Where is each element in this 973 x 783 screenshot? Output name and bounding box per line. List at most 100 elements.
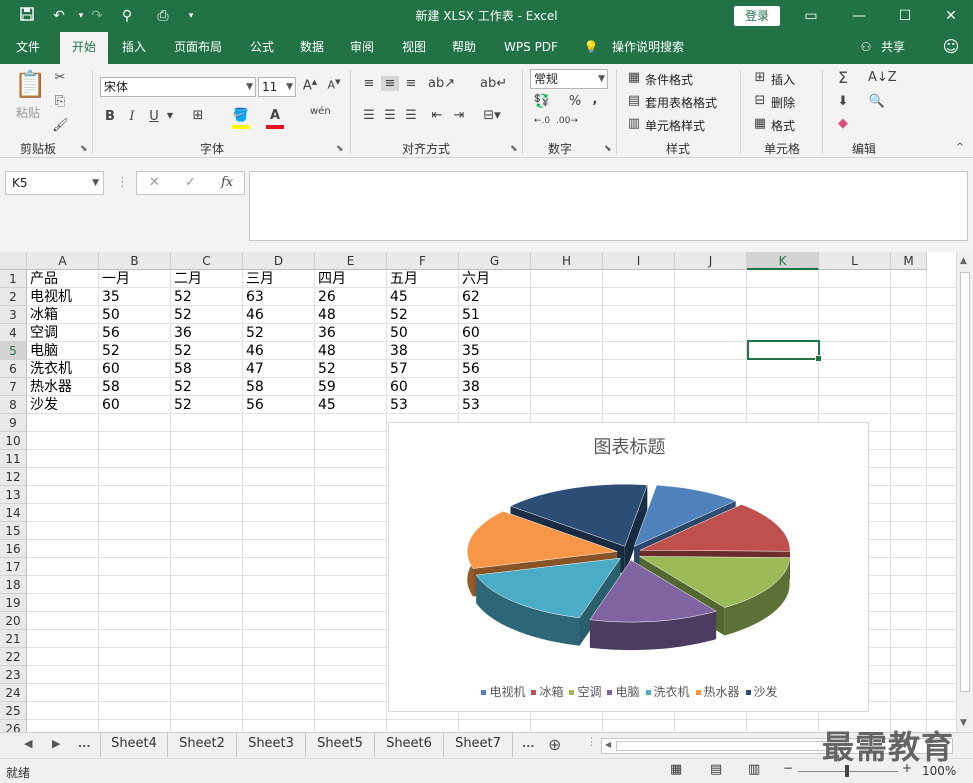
alignment-launcher-icon[interactable]: ⬊ <box>510 144 518 154</box>
cell-c7[interactable]: 52 <box>171 378 243 396</box>
cell-a5[interactable]: 电脑 <box>27 342 99 360</box>
underline-button[interactable]: U <box>148 109 160 124</box>
legend-item[interactable]: 沙发 <box>745 683 778 700</box>
tab-home[interactable]: 开始 <box>60 32 108 64</box>
fill-icon[interactable]: ⬇ <box>834 94 852 109</box>
bold-button[interactable]: B <box>104 109 116 124</box>
cell-g8[interactable]: 53 <box>459 396 531 414</box>
align-center-icon[interactable]: ☰ <box>381 108 399 123</box>
cell-b3[interactable]: 50 <box>99 306 171 324</box>
tab-page-layout[interactable]: 页面布局 <box>166 32 230 64</box>
cell-c6[interactable]: 58 <box>171 360 243 378</box>
row-header-18[interactable]: 18 <box>0 576 27 594</box>
row-header-11[interactable]: 11 <box>0 450 27 468</box>
font-launcher-icon[interactable]: ⬊ <box>336 144 344 154</box>
paste-label[interactable]: 粘贴 <box>16 104 40 121</box>
italic-button[interactable]: I <box>126 109 138 124</box>
zoom-out-icon[interactable]: − <box>783 761 793 775</box>
cell-f8[interactable]: 53 <box>387 396 459 414</box>
fill-color-icon[interactable]: 🪣 <box>232 108 250 129</box>
decrease-indent-icon[interactable]: ⇤ <box>428 108 446 123</box>
tab-wps-pdf[interactable]: WPS PDF <box>498 32 564 64</box>
page-break-view-icon[interactable]: ▥ <box>748 762 760 777</box>
close-icon[interactable]: ✕ <box>940 6 962 26</box>
row-header-2[interactable]: 2 <box>0 288 27 306</box>
table-format-icon[interactable]: ▤ <box>626 93 642 108</box>
find-select-icon[interactable]: 🔍 <box>868 94 886 109</box>
sheet-tab[interactable]: Sheet3 <box>237 733 306 757</box>
legend-item[interactable]: 电视机 <box>481 683 525 700</box>
formula-input[interactable] <box>249 171 968 241</box>
cell-d5[interactable]: 46 <box>243 342 315 360</box>
merge-center-icon[interactable]: ⊟▾ <box>480 108 504 123</box>
sheet-tab[interactable]: Sheet4 <box>100 733 168 757</box>
cell-d4[interactable]: 52 <box>243 324 315 342</box>
column-header-h[interactable]: H <box>531 252 603 270</box>
share-person-icon[interactable]: ⚇ <box>858 32 874 64</box>
name-box[interactable]: K5 ▼ <box>5 171 104 195</box>
align-middle-icon[interactable]: ≡ <box>381 76 399 91</box>
cell-f6[interactable]: 57 <box>387 360 459 378</box>
tab-insert[interactable]: 插入 <box>112 32 156 64</box>
row-header-8[interactable]: 8 <box>0 396 27 414</box>
row-header-22[interactable]: 22 <box>0 648 27 666</box>
cell-b8[interactable]: 60 <box>99 396 171 414</box>
row-header-7[interactable]: 7 <box>0 378 27 396</box>
tab-help[interactable]: 帮助 <box>442 32 486 64</box>
conditional-format-icon[interactable]: ▦ <box>626 70 642 85</box>
cell-c1[interactable]: 二月 <box>171 270 243 288</box>
sheet-more-right[interactable]: ... <box>522 737 535 750</box>
row-header-14[interactable]: 14 <box>0 504 27 522</box>
row-header-12[interactable]: 12 <box>0 468 27 486</box>
chart-legend[interactable]: 电视机 冰箱 空调 电脑 洗衣机 热水器 沙发 <box>389 683 870 700</box>
cut-icon[interactable]: ✂ <box>52 70 68 85</box>
row-header-17[interactable]: 17 <box>0 558 27 576</box>
cell-a8[interactable]: 沙发 <box>27 396 99 414</box>
cell-c8[interactable]: 52 <box>171 396 243 414</box>
font-size-combo[interactable]: 11 ▼ <box>258 77 296 97</box>
cell-b4[interactable]: 56 <box>99 324 171 342</box>
insert-cells-icon[interactable]: ⊞ <box>752 70 768 85</box>
column-header-a[interactable]: A <box>27 252 99 270</box>
currency-icon[interactable]: 💱 <box>532 94 552 109</box>
legend-item[interactable]: 热水器 <box>695 683 740 700</box>
column-header-l[interactable]: L <box>819 252 891 270</box>
sheet-tab[interactable]: Sheet6 <box>375 733 444 757</box>
sheet-tab[interactable]: Sheet2 <box>168 733 237 757</box>
cell-c3[interactable]: 52 <box>171 306 243 324</box>
column-header-b[interactable]: B <box>99 252 171 270</box>
row-header-4[interactable]: 4 <box>0 324 27 342</box>
cell-c2[interactable]: 52 <box>171 288 243 306</box>
decrease-decimal-icon[interactable]: .00→ <box>556 116 578 126</box>
cell-g2[interactable]: 62 <box>459 288 531 306</box>
cell-f4[interactable]: 50 <box>387 324 459 342</box>
clear-icon[interactable]: ◆ <box>834 116 852 131</box>
comma-style-icon[interactable]: , <box>590 92 600 107</box>
increase-decimal-icon[interactable]: ←.0 <box>532 116 552 126</box>
percent-button[interactable]: % <box>568 94 582 109</box>
column-header-d[interactable]: D <box>243 252 315 270</box>
scroll-up-icon[interactable]: ▲ <box>960 256 967 266</box>
cell-a1[interactable]: 产品 <box>27 270 99 288</box>
scroll-down-icon[interactable]: ▼ <box>960 718 967 728</box>
cell-a6[interactable]: 洗衣机 <box>27 360 99 378</box>
cell-d2[interactable]: 63 <box>243 288 315 306</box>
delete-cells-button[interactable]: 删除 <box>771 94 795 111</box>
cell-a2[interactable]: 电视机 <box>27 288 99 306</box>
cell-d1[interactable]: 三月 <box>243 270 315 288</box>
cell-e8[interactable]: 45 <box>315 396 387 414</box>
cell-f5[interactable]: 38 <box>387 342 459 360</box>
align-left-icon[interactable]: ☰ <box>360 108 378 123</box>
add-sheet-icon[interactable]: ⊕ <box>548 735 561 754</box>
cell-g1[interactable]: 六月 <box>459 270 531 288</box>
sheet-tab[interactable]: Sheet5 <box>306 733 375 757</box>
cell-b5[interactable]: 52 <box>99 342 171 360</box>
row-header-1[interactable]: 1 <box>0 270 27 288</box>
next-sheet-icon[interactable]: ▶ <box>52 737 60 750</box>
cell-e2[interactable]: 26 <box>315 288 387 306</box>
prev-sheet-icon[interactable]: ◀ <box>24 737 32 750</box>
sheet-more-left[interactable]: ... <box>78 737 91 750</box>
column-header-g[interactable]: G <box>459 252 531 270</box>
cell-e4[interactable]: 36 <box>315 324 387 342</box>
tab-formulas[interactable]: 公式 <box>240 32 284 64</box>
